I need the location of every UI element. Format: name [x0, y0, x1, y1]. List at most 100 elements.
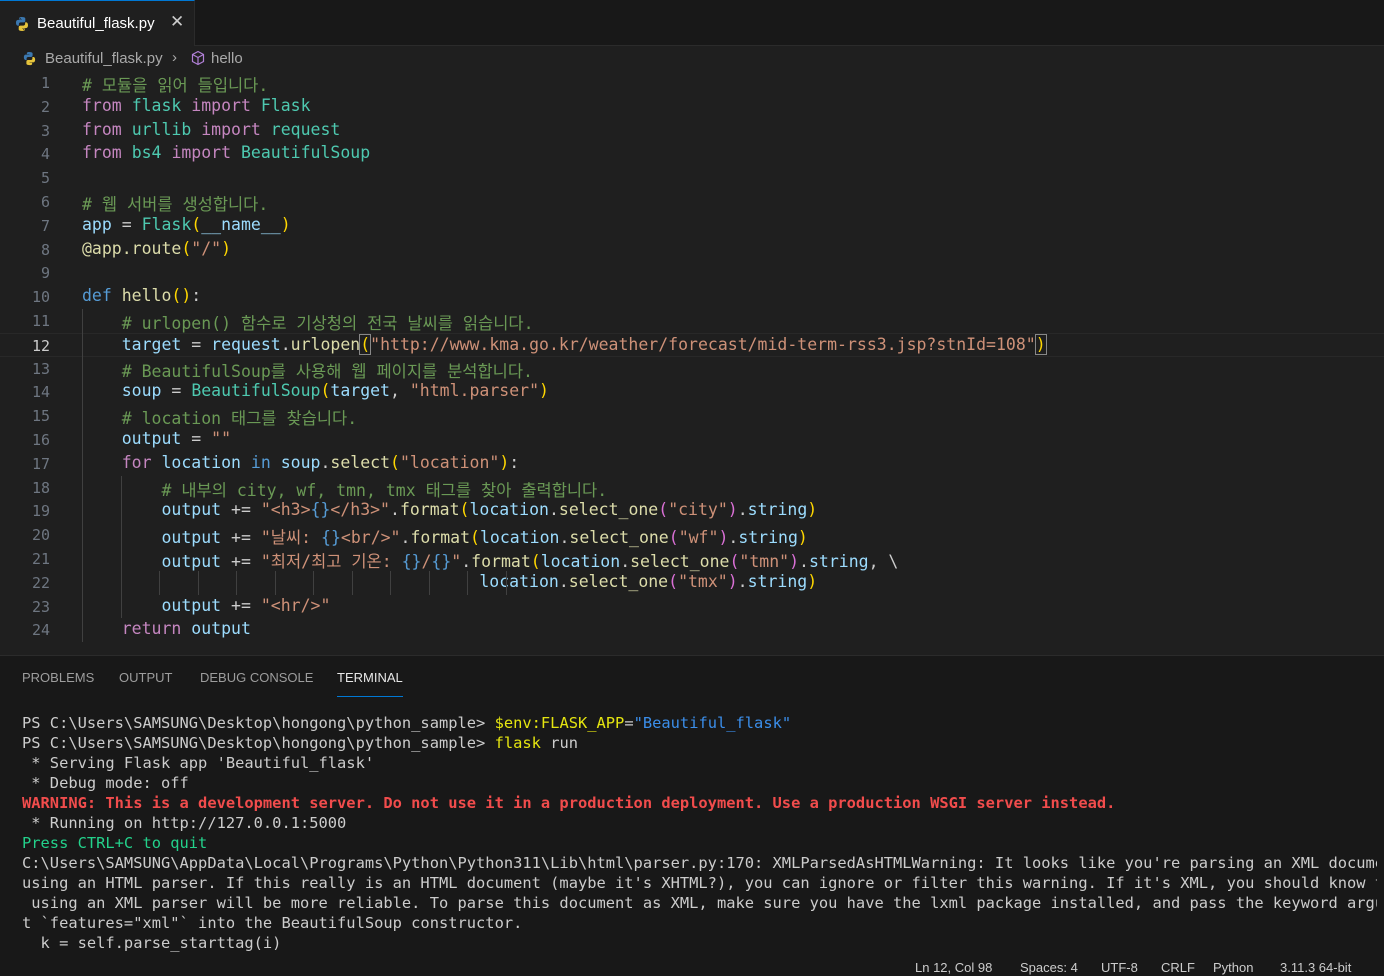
line-number: 12	[31, 336, 50, 355]
tab-terminal[interactable]: TERMINAL	[337, 670, 403, 697]
cursor-position[interactable]: Ln 12, Col 98	[915, 960, 992, 975]
python-interpreter[interactable]: 3.11.3 64-bit	[1280, 960, 1351, 975]
code-text: @app.route("/")	[82, 238, 232, 258]
line-number: 19	[31, 502, 50, 521]
code-line[interactable]: 22 location.select_one("tmx").string)	[0, 571, 1384, 595]
close-tab-icon[interactable]: ✕	[170, 12, 184, 32]
breadcrumb-symbol[interactable]: hello	[211, 50, 243, 67]
code-text: # urlopen() 함수로 기상청의 전국 날씨를 읽습니다.	[121, 314, 534, 333]
code-text: # BeautifulSoup를 사용해 웹 페이지를 분석합니다.	[121, 361, 533, 381]
code-line[interactable]: 18 # 내부의 city, wf, tmn, tmx 태그를 찾아 출력합니다…	[0, 476, 1384, 500]
code-text: # 모듈을 읽어 들입니다.	[82, 76, 269, 95]
code-line[interactable]: 14 soup = BeautifulSoup(target, "html.pa…	[0, 380, 1384, 404]
line-number: 3	[40, 121, 50, 140]
code-line[interactable]: 11 # urlopen() 함수로 기상청의 전국 날씨를 읽습니다.	[0, 309, 1384, 333]
line-number: 18	[31, 478, 50, 497]
code-text: # location 태그를 찾습니다.	[121, 409, 358, 429]
code-line[interactable]: 2 from flask import Flask	[0, 95, 1384, 119]
status-bar: Ln 12, Col 98 Spaces: 4 UTF-8 CRLF Pytho…	[0, 958, 1384, 975]
code-text: output += "최저/최고 기온: {}/{}".format(locat…	[161, 552, 899, 571]
code-editor[interactable]: 1 # 모듈을 읽어 들입니다. 2 from flask import Flask 3…	[0, 71, 1384, 655]
code-text: target = request.urlopen("http://www.kma…	[121, 333, 1047, 355]
code-line[interactable]: 1 # 모듈을 읽어 들입니다.	[0, 71, 1384, 95]
indent-guide	[313, 570, 314, 595]
code-line[interactable]: 3 from urllib import request	[0, 119, 1384, 143]
code-line[interactable]: 6 # 웹 서버를 생성합니다.	[0, 190, 1384, 214]
code-line[interactable]: 8 @app.route("/")	[0, 238, 1384, 262]
code-text: location.select_one("tmx").string)	[479, 571, 818, 591]
terminal-line: WARNING: This is a development server. D…	[22, 794, 1116, 812]
code-line[interactable]: 12 target = request.urlopen("http://www.…	[0, 332, 1384, 357]
indent-guide	[82, 309, 83, 643]
code-line[interactable]: 16 output = ""	[0, 428, 1384, 452]
language-mode[interactable]: Python	[1213, 960, 1253, 975]
bottom-panel: PROBLEMS OUTPUT DEBUG CONSOLE TERMINAL P…	[0, 655, 1384, 976]
indent-guide	[352, 570, 353, 595]
terminal-line: * Running on http://127.0.0.1:5000	[22, 814, 347, 832]
code-text: app = Flask(__name__)	[82, 214, 291, 234]
terminal-line: * Serving Flask app 'Beautiful_flask'	[22, 754, 375, 772]
terminal-line: * Debug mode: off	[22, 774, 189, 792]
code-text: for location in soup.select("location"):	[121, 452, 520, 472]
code-line[interactable]: 21 output += "최저/최고 기온: {}/{}".format(lo…	[0, 547, 1384, 571]
code-line[interactable]: 10 def hello():	[0, 285, 1384, 309]
code-text: output += "날씨: {}<br/>".format(location.…	[161, 528, 808, 548]
code-line[interactable]: 4 from bs4 import BeautifulSoup	[0, 142, 1384, 166]
terminal-line: C:\Users\SAMSUNG\AppData\Local\Programs\…	[22, 854, 1377, 872]
tab-output[interactable]: OUTPUT	[119, 670, 172, 696]
code-text: return output	[121, 619, 251, 639]
terminal-line: PS C:\Users\SAMSUNG\Desktop\hongong\pyth…	[22, 734, 578, 752]
method-symbol-icon	[190, 50, 206, 70]
chevron-right-icon: ›	[172, 49, 177, 66]
code-text: def hello():	[82, 286, 202, 306]
indent-guide	[159, 570, 160, 595]
indent-guide	[236, 570, 237, 595]
line-number: 1	[40, 74, 50, 92]
line-number: 16	[31, 431, 50, 449]
line-number: 22	[31, 573, 50, 592]
terminal-line: using an XML parser will be more reliabl…	[22, 894, 1377, 912]
line-number: 5	[40, 169, 50, 188]
code-line[interactable]: 15 # location 태그를 찾습니다.	[0, 404, 1384, 428]
line-number: 11	[31, 312, 50, 330]
line-number: 9	[40, 264, 50, 283]
line-number: 21	[31, 550, 50, 568]
code-text: # 웹 서버를 생성합니다.	[82, 195, 269, 214]
tab-debug-console[interactable]: DEBUG CONSOLE	[200, 670, 313, 696]
code-text: from bs4 import BeautifulSoup	[82, 143, 371, 163]
editor-tab-bar: Beautiful_flask.py ✕	[0, 0, 1384, 46]
indent-guide	[121, 475, 122, 619]
tab-beautiful-flask[interactable]: Beautiful_flask.py ✕	[0, 0, 195, 46]
code-line[interactable]: 19 output += "<h3>{}</h3>".format(locati…	[0, 499, 1384, 523]
terminal-line: t `features="xml"` into the BeautifulSou…	[22, 914, 523, 932]
line-number: 10	[31, 288, 50, 307]
code-text: from urllib import request	[82, 119, 341, 139]
line-number: 8	[40, 240, 50, 259]
python-file-icon	[22, 51, 37, 70]
line-ending[interactable]: CRLF	[1161, 960, 1195, 975]
line-number: 15	[31, 407, 50, 426]
breadcrumb: Beautiful_flask.py › hello	[0, 48, 1384, 70]
line-number: 17	[31, 454, 50, 473]
code-line[interactable]: 9	[0, 261, 1384, 285]
encoding[interactable]: UTF-8	[1101, 960, 1138, 975]
terminal-output[interactable]: PS C:\Users\SAMSUNG\Desktop\hongong\pyth…	[22, 714, 1377, 954]
tab-problems[interactable]: PROBLEMS	[22, 670, 94, 696]
indent-guide	[429, 570, 430, 595]
code-text: output += "<hr/>"	[161, 595, 331, 615]
terminal-line: k = self.parse_starttag(i)	[22, 934, 282, 952]
line-number: 4	[40, 145, 50, 164]
breadcrumb-file[interactable]: Beautiful_flask.py	[45, 50, 163, 67]
code-text: # 내부의 city, wf, tmn, tmx 태그를 찾아 출력합니다.	[161, 480, 608, 500]
code-line[interactable]: 20 output += "날씨: {}<br/>".format(locati…	[0, 523, 1384, 547]
code-line[interactable]: 13 # BeautifulSoup를 사용해 웹 페이지를 분석합니다.	[0, 357, 1384, 381]
terminal-line: Press CTRL+C to quit	[22, 834, 208, 852]
code-line[interactable]: 5	[0, 166, 1384, 190]
tab-filename: Beautiful_flask.py	[37, 15, 155, 32]
code-line[interactable]: 17 for location in soup.select("location…	[0, 452, 1384, 476]
indentation[interactable]: Spaces: 4	[1020, 960, 1078, 975]
code-line[interactable]: 24 return output	[0, 618, 1384, 642]
terminal-line: PS C:\Users\SAMSUNG\Desktop\hongong\pyth…	[22, 714, 792, 732]
code-line[interactable]: 7 app = Flask(__name__)	[0, 214, 1384, 238]
code-line[interactable]: 23 output += "<hr/>"	[0, 595, 1384, 619]
